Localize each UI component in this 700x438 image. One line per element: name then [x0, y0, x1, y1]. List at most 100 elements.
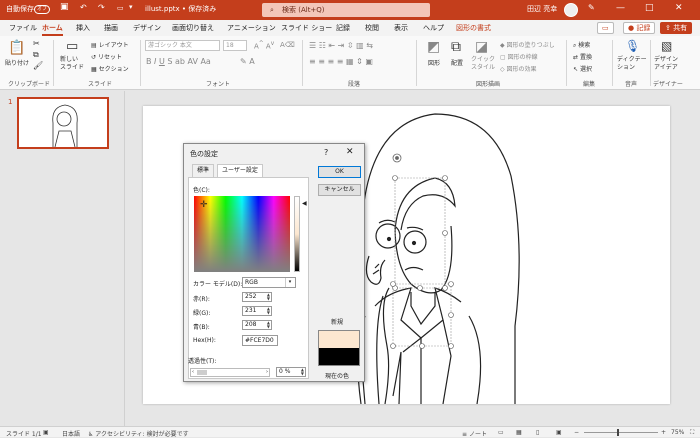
spin-arrows-icon[interactable]: ▲ ▼ — [267, 307, 270, 315]
transparency-slider[interactable]: ‹ › — [190, 368, 270, 377]
cancel-button[interactable]: キャンセル — [318, 184, 361, 196]
customize-qat-icon[interactable]: ▾ — [129, 3, 133, 11]
paste-button[interactable]: 貼り付け — [5, 58, 29, 67]
undo-icon[interactable]: ↶ — [80, 3, 87, 12]
redo-icon[interactable]: ↷ — [98, 3, 105, 12]
section-button[interactable]: ▦ セクション — [91, 64, 129, 73]
tab-draw[interactable]: 描画 — [104, 23, 118, 33]
transparency-input[interactable]: 0 % ▲ ▼ — [276, 367, 306, 377]
tab-insert[interactable]: 挿入 — [76, 23, 90, 33]
shapes-icon[interactable]: ◩ — [427, 39, 440, 55]
reading-view-icon[interactable]: ▯ — [536, 429, 539, 436]
shape-effects-button[interactable]: ◇ 図形の効果 — [500, 64, 537, 73]
font-color-icons[interactable]: ✎ A — [240, 57, 255, 66]
tab-view[interactable]: 表示 — [394, 23, 408, 33]
select-button[interactable]: ↖ 選択 — [573, 64, 592, 73]
quick-styles-icon[interactable]: ◪ — [475, 39, 488, 55]
zoom-out-icon[interactable]: − — [574, 429, 579, 436]
zoom-in-icon[interactable]: + — [661, 429, 666, 436]
tab-standard[interactable]: 標準 — [192, 164, 215, 177]
close-button[interactable]: ✕ — [675, 3, 683, 13]
tab-animations[interactable]: アニメーション — [227, 23, 276, 33]
find-button[interactable]: ⌕ 検索 — [573, 40, 590, 50]
tab-record[interactable]: 記録 — [336, 23, 350, 33]
slide-thumbnail[interactable] — [17, 97, 109, 149]
arrange-button[interactable]: 配置 — [451, 58, 463, 67]
quick-styles-button[interactable]: クイック スタイル — [471, 56, 495, 72]
save-icon[interactable]: ▣ — [60, 2, 69, 12]
tab-transitions[interactable]: 画面切り替え — [172, 23, 214, 33]
help-button[interactable]: ? — [324, 148, 328, 157]
tab-shape-format[interactable]: 図形の書式 — [456, 23, 491, 33]
red-input[interactable]: 252 ▲ ▼ — [242, 292, 272, 302]
font-size-select[interactable]: 18 — [223, 40, 247, 51]
grow-font-icon[interactable]: A^ Av — [254, 41, 274, 50]
green-input[interactable]: 231 ▲ ▼ — [242, 306, 272, 316]
tab-custom[interactable]: ユーザー設定 — [217, 164, 263, 177]
user-name[interactable]: 田辺 亮幸 — [527, 4, 557, 14]
slideshow-icon[interactable]: ▭ — [117, 4, 124, 12]
normal-view-icon[interactable]: ▭ — [498, 429, 504, 436]
scroll-right-icon[interactable]: › — [266, 369, 268, 376]
zoom-slider[interactable] — [584, 432, 658, 433]
search-input[interactable]: ⌕ 検索 (Alt+Q) — [262, 3, 430, 17]
spin-arrows-icon[interactable]: ▲ ▼ — [267, 321, 270, 329]
arrange-icon[interactable]: ⧉ — [451, 39, 461, 55]
transparency-slider-thumb[interactable] — [197, 370, 207, 375]
shapes-button[interactable]: 図形 — [428, 58, 440, 67]
tab-design[interactable]: デザイン — [133, 23, 161, 33]
copy-icon[interactable]: ⧉ — [33, 50, 39, 60]
design-ideas-button[interactable]: デザイン アイデア — [654, 56, 678, 72]
comments-button[interactable]: ▭ — [597, 22, 614, 34]
shape-outline-button[interactable]: ▢ 図形の枠線 — [500, 52, 538, 61]
new-slide-icon[interactable]: ▭ — [66, 39, 78, 54]
slideshow-view-icon[interactable]: ▣ — [556, 429, 562, 436]
crosshair-icon[interactable]: ✛ — [200, 201, 208, 210]
font-name-select[interactable]: 游ゴシック 本文 — [145, 40, 220, 51]
maximize-button[interactable]: □ — [645, 3, 654, 13]
hex-input[interactable]: #FCE7D0 — [242, 335, 278, 346]
blue-input[interactable]: 208 ▲ ▼ — [242, 320, 272, 330]
layout-button[interactable]: ▤ レイアウト — [91, 40, 129, 49]
luminance-arrow-icon[interactable]: ◀ — [302, 200, 307, 207]
dictate-button[interactable]: ディクテー ション — [617, 56, 647, 72]
spin-arrows-icon[interactable]: ▲ ▼ — [267, 293, 270, 301]
spin-arrows-icon[interactable]: ▲ ▼ — [301, 368, 304, 376]
reset-button[interactable]: ↺ リセット — [91, 52, 122, 61]
zoom-slider-thumb[interactable] — [617, 429, 619, 436]
spellcheck-icon[interactable]: ▣ — [43, 429, 49, 436]
luminance-slider[interactable] — [294, 196, 300, 272]
color-spectrum[interactable]: ✛ — [194, 196, 290, 272]
zoom-level[interactable]: 75% — [671, 429, 684, 436]
cut-icon[interactable]: ✂ — [33, 39, 40, 48]
paste-icon[interactable]: 📋 — [8, 40, 25, 56]
tab-slideshow[interactable]: スライド ショー — [281, 23, 332, 33]
share-button[interactable]: ⇪ 共有 — [660, 22, 693, 34]
dialog-close-button[interactable]: ✕ — [346, 147, 354, 157]
designer-icon[interactable]: ▧ — [661, 39, 672, 53]
record-button[interactable]: ● 記録 — [623, 22, 656, 34]
scroll-left-icon[interactable]: ‹ — [192, 369, 194, 376]
align-icons[interactable]: ≡ ≡ ≡ ≡ ▦ ⇕ ▣ — [309, 57, 373, 66]
list-icons[interactable]: ☰ ☷ ⇤ ⇥ ⇳ ▥ ⇆ — [309, 41, 373, 50]
new-slide-button[interactable]: 新しい スライド — [60, 56, 84, 72]
file-name[interactable]: illust.pptx • 保存済み — [145, 4, 216, 14]
format-painter-icon[interactable]: 🖌 — [33, 61, 43, 70]
fit-to-window-icon[interactable]: ⛶ — [690, 429, 694, 437]
avatar[interactable] — [564, 3, 578, 17]
minimize-button[interactable]: — — [616, 3, 625, 13]
pen-icon[interactable]: ✎ — [588, 3, 595, 12]
tab-home[interactable]: ホーム — [42, 23, 63, 36]
color-model-select[interactable]: RGB ▾ — [242, 277, 296, 288]
tab-file[interactable]: ファイル — [9, 23, 37, 33]
clear-format-icon[interactable]: A⌫ — [280, 41, 295, 49]
replace-button[interactable]: ⇄ 置換 — [573, 52, 592, 61]
font-style-icons[interactable]: B I U S ab AV Aa — [146, 57, 211, 66]
tab-help[interactable]: ヘルプ — [423, 23, 444, 33]
tab-review[interactable]: 校閲 — [365, 23, 379, 33]
shape-fill-button[interactable]: ◆ 図形の塗りつぶし — [500, 40, 555, 49]
autosave-toggle[interactable]: オフ — [34, 5, 50, 14]
microphone-icon[interactable]: 🎙 — [625, 39, 640, 53]
ok-button[interactable]: OK — [318, 166, 361, 178]
slide-sorter-icon[interactable]: ▦ — [516, 429, 522, 436]
